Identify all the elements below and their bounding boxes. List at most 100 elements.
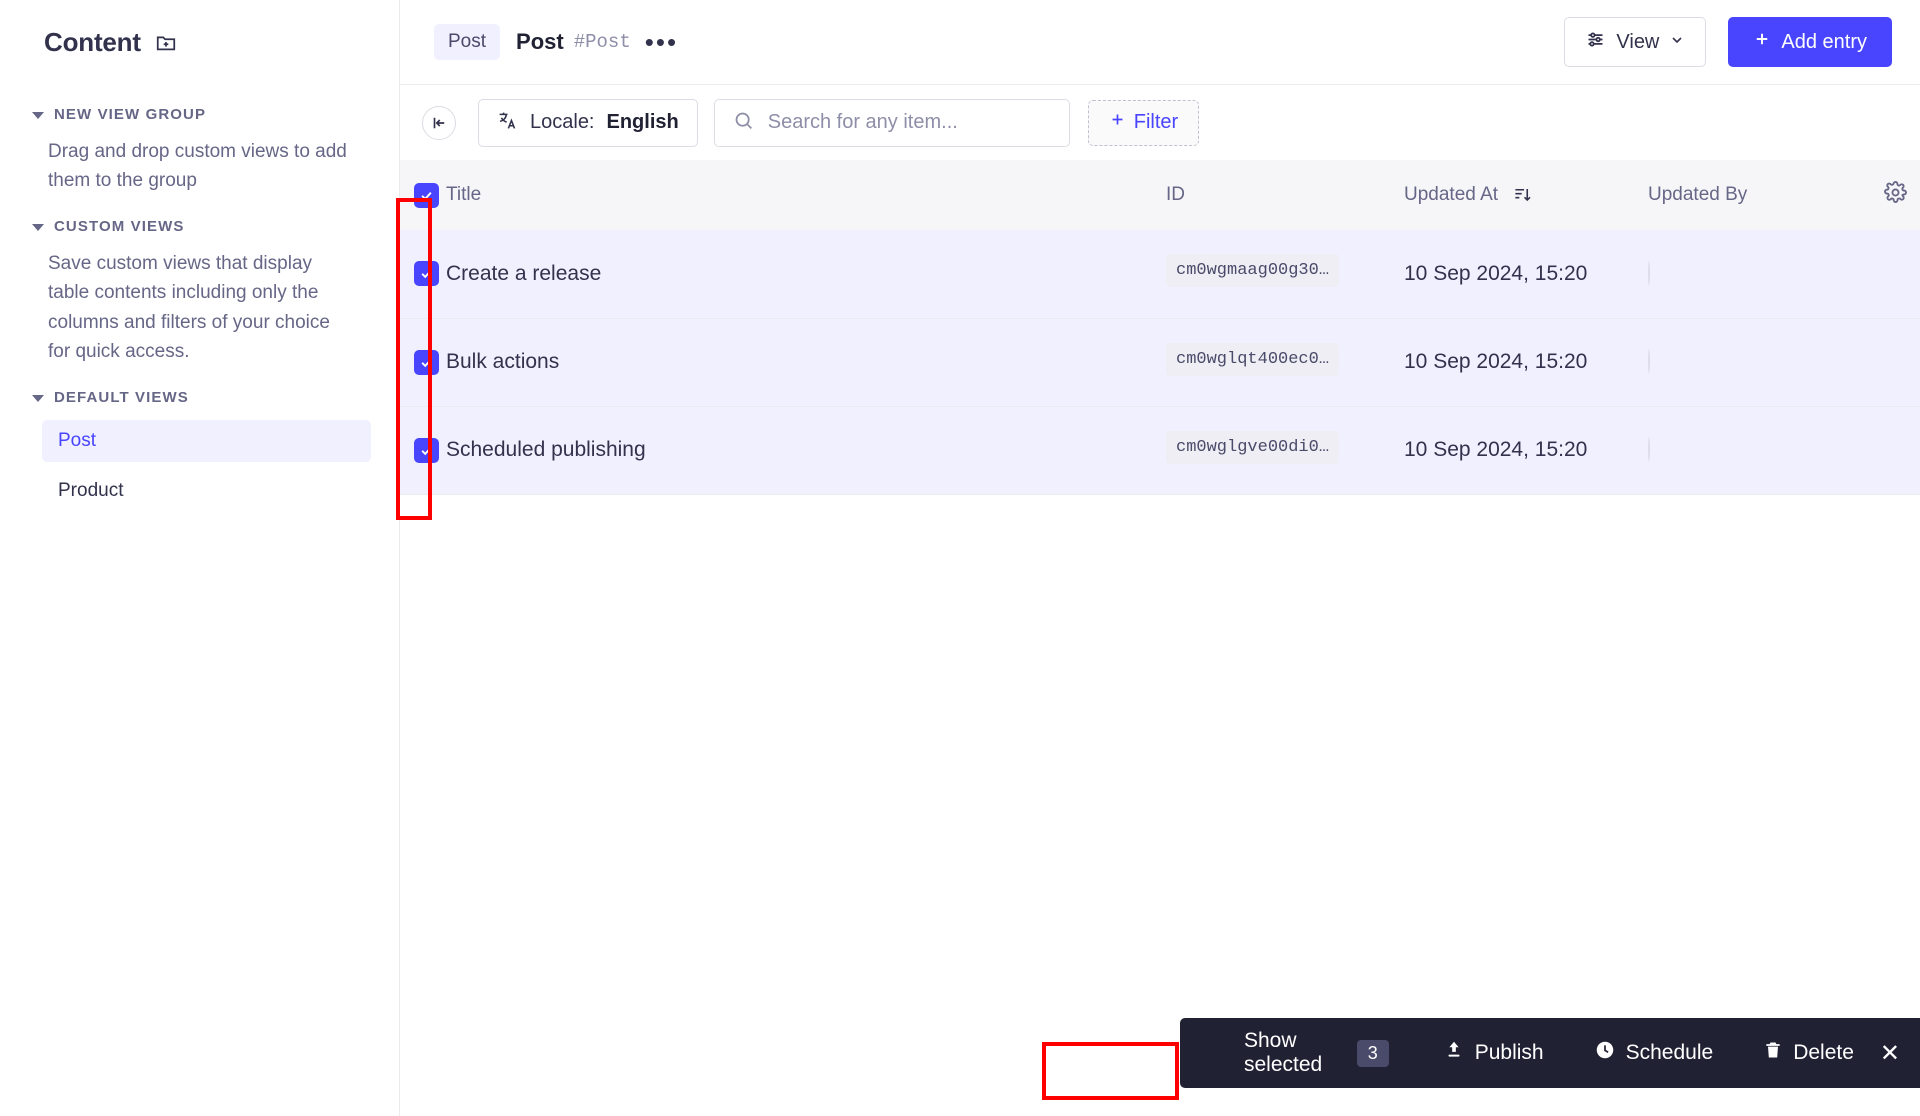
id-chip: cm0wglqt400ec0… [1166,342,1340,376]
avatar [1648,437,1650,462]
locale-value: English [606,111,679,133]
close-icon[interactable]: ✕ [1880,1039,1900,1068]
locale-selector[interactable]: Locale: English [478,98,698,147]
cell-actions [1884,318,1920,406]
chevron-down-icon [1669,31,1685,54]
cell-updated-at: 10 Sep 2024, 15:20 [1404,261,1588,285]
cell-actions [1884,406,1920,494]
sidebar-group-new-view-group: NEW VIEW GROUP Drag and drop custom view… [28,106,371,196]
chevron-down-icon [32,112,44,119]
show-selected-button[interactable]: Show selected 3 [1230,1021,1403,1085]
cell-title: Bulk actions [446,350,560,373]
folder-add-icon[interactable] [155,31,177,53]
add-filter-button[interactable]: Filter [1087,99,1200,146]
bulk-actions-bar: Show selected 3 Publish Schedule Delete … [1180,1018,1920,1088]
gear-icon[interactable] [1884,180,1907,209]
table-row[interactable]: Create a release cm0wgmaag00g30… 10 Sep … [400,230,1920,318]
group-label: NEW VIEW GROUP [54,106,207,123]
row-select-cell [400,406,446,494]
schedule-button[interactable]: Schedule [1580,1031,1728,1075]
delete-label: Delete [1793,1041,1854,1064]
chevron-down-icon [32,223,44,231]
group-header-default-views[interactable]: DEFAULT VIEWS [28,389,371,406]
entries-table: Title ID Updated At Updated By Create a … [400,160,1920,495]
cell-actions [1884,230,1920,318]
column-header-updated-by[interactable]: Updated By [1648,160,1884,230]
column-header-updated-at-label: Updated At [1404,184,1499,205]
cell-updated-by [1648,318,1884,406]
schedule-label: Schedule [1625,1041,1714,1064]
cell-updated-by [1648,230,1884,318]
group-header-custom-views[interactable]: CUSTOM VIEWS [28,218,371,235]
sort-desc-icon[interactable] [1513,185,1532,204]
column-header-title[interactable]: Title [446,160,1166,230]
sidebar-item-label: Product [58,479,124,501]
avatar [1648,349,1650,374]
column-header-id[interactable]: ID [1166,160,1404,230]
filter-button-label: Filter [1133,111,1179,133]
select-all-cell [400,160,446,230]
content-header: Post Post #Post ••• View Add entry [400,0,1920,84]
group-description: Drag and drop custom views to add them t… [48,141,347,192]
sidebar-item-product[interactable]: Product [42,470,371,512]
view-button-label: View [1616,30,1660,53]
table-head: Title ID Updated At Updated By [400,160,1920,230]
collection-uid: #Post [573,31,631,53]
id-chip: cm0wgmaag00g30… [1166,254,1340,288]
cell-id: cm0wgmaag00g30… [1166,230,1404,318]
sliders-icon [1585,29,1606,56]
row-checkbox[interactable] [414,349,439,375]
row-checkbox[interactable] [414,437,439,463]
ellipsis-icon[interactable]: ••• [645,28,678,56]
plus-icon [1109,111,1126,134]
row-select-cell [400,230,446,318]
search-icon [733,110,754,136]
content-sidebar: Content NEW VIEW GROUP Drag and drop cus… [0,0,400,1116]
table-row[interactable]: Bulk actions cm0wglqt400ec0… 10 Sep 2024… [400,318,1920,406]
page-title: Content [44,26,141,57]
add-entry-button[interactable]: Add entry [1728,17,1892,67]
column-header-updated-at[interactable]: Updated At [1404,160,1648,230]
view-button[interactable]: View [1564,17,1707,67]
select-all-checkbox[interactable] [414,182,439,208]
default-views-list: Post Product [28,419,371,512]
collapse-left-icon[interactable] [422,105,456,140]
cell-updated-by [1648,406,1884,494]
sidebar-item-post[interactable]: Post [42,419,371,462]
cell-updated-at: 10 Sep 2024, 15:20 [1404,350,1588,373]
table-row[interactable]: Scheduled publishing cm0wglgve00di0… 10 … [400,406,1920,494]
avatar [1648,260,1650,286]
group-description: Save custom views that display table con… [48,252,330,363]
plus-icon [1753,30,1771,54]
delete-button[interactable]: Delete [1749,1032,1868,1074]
group-label: CUSTOM VIEWS [54,217,185,235]
group-header-new-view-group[interactable]: NEW VIEW GROUP [28,106,371,123]
publish-button[interactable]: Publish [1429,1031,1558,1075]
show-selected-label: Show selected [1244,1029,1323,1076]
row-checkbox[interactable] [414,261,439,287]
publish-label: Publish [1474,1041,1544,1064]
row-select-cell [400,318,446,406]
translate-icon [497,110,518,136]
entries-table-wrapper: Title ID Updated At Updated By Create a … [400,160,1920,1116]
breadcrumb-pill[interactable]: Post [434,24,501,60]
search-box[interactable] [713,98,1070,147]
search-input[interactable] [767,111,1051,134]
table-toolbar: Locale: English Filter [400,84,1920,160]
cell-updated-at: 10 Sep 2024, 15:20 [1404,438,1588,461]
cell-title: Create a release [446,261,602,285]
id-chip: cm0wglgve00di0… [1166,430,1340,464]
sidebar-header: Content [28,0,371,84]
column-settings-cell [1884,160,1920,230]
trash-icon [1763,1040,1783,1066]
upload-cloud-icon [1443,1039,1465,1067]
group-label: DEFAULT VIEWS [54,388,189,406]
cell-title: Scheduled publishing [446,438,646,461]
table-header-row: Title ID Updated At Updated By [400,160,1920,230]
add-entry-label: Add entry [1781,30,1867,53]
sidebar-group-default-views: DEFAULT VIEWS Post Product [28,389,371,512]
collection-title: Post [516,29,564,54]
chevron-down-icon [32,394,44,402]
cell-id: cm0wglqt400ec0… [1166,318,1404,406]
table-body: Create a release cm0wgmaag00g30… 10 Sep … [400,230,1920,494]
